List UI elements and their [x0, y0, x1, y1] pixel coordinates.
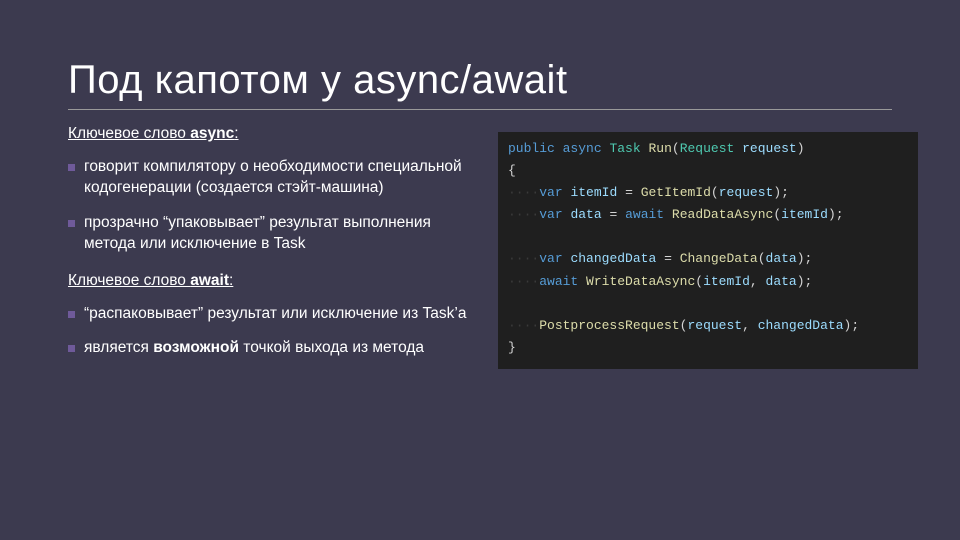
subhead-async-kw: async: [190, 125, 234, 142]
bullet-text: говорит компилятору о необходимости спец…: [84, 158, 462, 196]
list-item: “распаковывает” результат или исключение…: [68, 304, 478, 325]
bullet-rich-pre: является: [84, 339, 153, 356]
code-block: public async Task Run(Request request) {…: [498, 132, 918, 369]
bullet-rich-bold: возможной: [153, 339, 239, 356]
subhead-await-kw: await: [190, 272, 229, 289]
slide-title: Под капотом у async/await: [68, 58, 960, 103]
subhead-await-suffix: :: [229, 272, 233, 289]
subhead-async: Ключевое слово async:: [68, 124, 478, 145]
right-column: public async Task Run(Request request) {…: [498, 124, 918, 375]
bullet-text: прозрачно “упаковывает” результат выполн…: [84, 214, 431, 252]
list-item: прозрачно “упаковывает” результат выполн…: [68, 213, 478, 255]
subhead-async-prefix: Ключевое слово: [68, 125, 190, 142]
bullet-rich-post: точкой выхода из метода: [239, 339, 424, 356]
left-column: Ключевое слово async: говорит компилятор…: [68, 124, 478, 375]
subhead-await-prefix: Ключевое слово: [68, 272, 190, 289]
list-item: является возможной точкой выхода из мето…: [68, 338, 478, 359]
list-item: говорит компилятору о необходимости спец…: [68, 157, 478, 199]
bullets-await: “распаковывает” результат или исключение…: [68, 304, 478, 360]
slide: Под капотом у async/await Ключевое слово…: [0, 58, 960, 540]
content-row: Ключевое слово async: говорит компилятор…: [68, 124, 918, 375]
subhead-await: Ключевое слово await:: [68, 271, 478, 292]
bullets-async: говорит компилятору о необходимости спец…: [68, 157, 478, 255]
title-rule: [68, 109, 892, 110]
bullet-text: “распаковывает” результат или исключение…: [84, 305, 466, 322]
subhead-async-suffix: :: [234, 125, 238, 142]
